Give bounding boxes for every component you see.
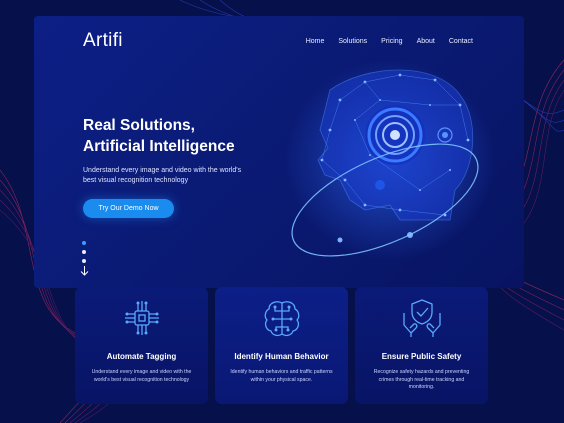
feature-title: Ensure Public Safety: [381, 352, 462, 361]
slide-pager: [82, 241, 86, 268]
nav-home[interactable]: Home: [306, 38, 325, 45]
feature-title: Identify Human Behavior: [234, 352, 329, 361]
nav-pricing[interactable]: Pricing: [381, 38, 402, 45]
nav-contact[interactable]: Contact: [449, 38, 473, 45]
shield-hands-icon: [403, 299, 441, 337]
try-demo-button[interactable]: Try Our Demo Now: [83, 199, 174, 218]
nav-solutions[interactable]: Solutions: [338, 38, 367, 45]
feature-card-public-safety[interactable]: Ensure Public Safety Recognize safety ha…: [355, 287, 488, 404]
brain-circuit-icon: [264, 301, 300, 337]
feature-description: Recognize safety hazards and preventing …: [373, 369, 470, 390]
hero-title-line-2: Artificial Intelligence: [83, 138, 235, 155]
logo[interactable]: Artifi: [83, 30, 123, 52]
hero-subtitle: Understand every image and video with th…: [83, 167, 242, 184]
feature-description: Understand every image and video with th…: [91, 369, 192, 383]
hero-title: Real Solutions, Artificial Intelligence: [83, 115, 235, 157]
feature-description: Identify human behaviors and traffic pat…: [230, 369, 333, 383]
hero-title-line-1: Real Solutions,: [83, 117, 195, 134]
main-nav: Home Solutions Pricing About Contact: [306, 38, 473, 45]
nav-about[interactable]: About: [417, 38, 435, 45]
circuit-chip-icon: [125, 301, 159, 335]
pager-dot-1[interactable]: [82, 241, 86, 245]
ai-head-illustration: [285, 60, 495, 260]
feature-card-identify-behavior[interactable]: Identify Human Behavior Identify human b…: [215, 287, 348, 404]
scroll-down-icon[interactable]: [80, 266, 89, 276]
pager-dot-2[interactable]: [82, 250, 86, 254]
feature-title: Automate Tagging: [106, 352, 177, 361]
feature-card-automate-tagging[interactable]: Automate Tagging Understand every image …: [75, 287, 208, 404]
pager-dot-3[interactable]: [82, 259, 86, 263]
